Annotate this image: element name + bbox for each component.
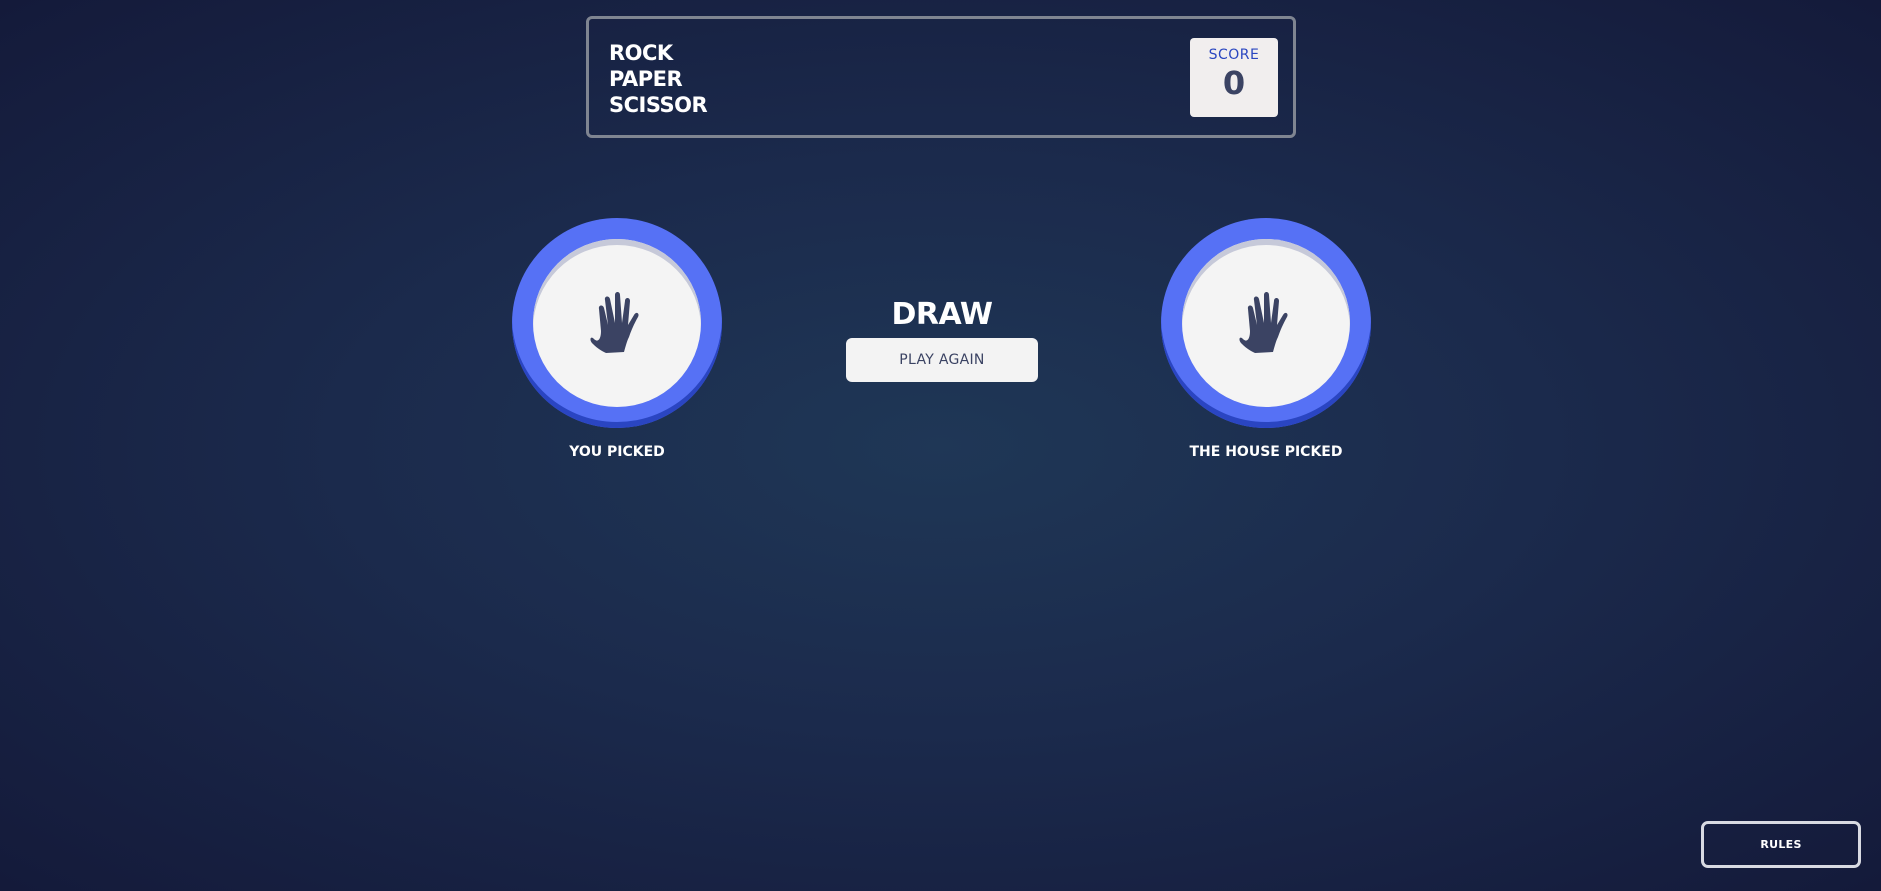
score-box: SCORE 0 [1190,38,1278,117]
player-pick-label: YOU PICKED [569,444,665,460]
player-pick: YOU PICKED [512,218,722,460]
paper-hand-icon [590,292,639,353]
house-token-face [1182,239,1350,407]
game-title-line-2: PAPER [609,67,683,91]
result-panel: DRAW PLAY AGAIN [846,292,1038,382]
game-title-line-3: SCISSOR [609,93,708,117]
game-title-line-1: ROCK [609,41,673,65]
result-text: DRAW [891,297,993,332]
score-label: SCORE [1208,47,1260,63]
player-paper-token [512,218,722,428]
house-pick: THE HOUSE PICKED [1161,218,1371,460]
rules-button[interactable]: RULES [1701,821,1861,868]
game-title: ROCK PAPER SCISSOR [609,40,708,118]
play-again-button[interactable]: PLAY AGAIN [846,338,1038,382]
house-paper-token [1161,218,1371,428]
score-value: 0 [1222,64,1246,102]
house-pick-label: THE HOUSE PICKED [1189,444,1343,460]
game-header: ROCK PAPER SCISSOR SCORE 0 [586,16,1296,138]
paper-hand-icon [1239,292,1288,353]
player-token-face [533,239,701,407]
